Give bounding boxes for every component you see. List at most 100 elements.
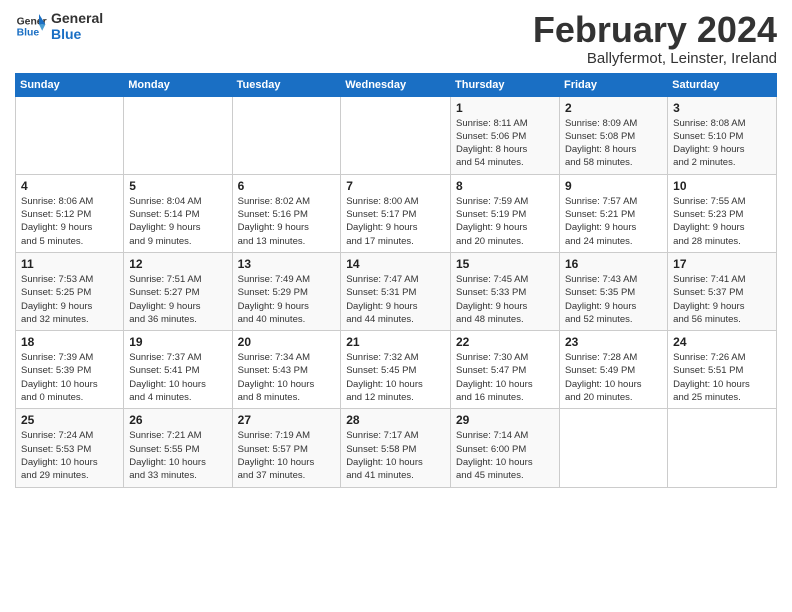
day-number: 6	[238, 179, 336, 193]
header-friday: Friday	[559, 73, 667, 96]
calendar-header-row: SundayMondayTuesdayWednesdayThursdayFrid…	[16, 73, 777, 96]
day-number: 17	[673, 257, 771, 271]
day-number: 15	[456, 257, 554, 271]
day-info: Sunrise: 8:09 AM Sunset: 5:08 PM Dayligh…	[565, 117, 662, 170]
day-number: 11	[21, 257, 118, 271]
day-info: Sunrise: 7:30 AM Sunset: 5:47 PM Dayligh…	[456, 351, 554, 404]
header-tuesday: Tuesday	[232, 73, 341, 96]
day-info: Sunrise: 7:53 AM Sunset: 5:25 PM Dayligh…	[21, 273, 118, 326]
day-number: 4	[21, 179, 118, 193]
day-number: 16	[565, 257, 662, 271]
day-info: Sunrise: 7:47 AM Sunset: 5:31 PM Dayligh…	[346, 273, 445, 326]
day-number: 18	[21, 335, 118, 349]
calendar-cell: 18 Sunrise: 7:39 AM Sunset: 5:39 PM Dayli…	[16, 331, 124, 409]
day-info: Sunrise: 7:19 AM Sunset: 5:57 PM Dayligh…	[238, 429, 336, 482]
calendar-week-1: 1 Sunrise: 8:11 AM Sunset: 5:06 PM Daylig…	[16, 96, 777, 174]
calendar-cell	[668, 409, 777, 487]
day-number: 2	[565, 101, 662, 115]
calendar-cell: 3Sunrise: 8:08 AM Sunset: 5:10 PM Daylig…	[668, 96, 777, 174]
day-info: Sunrise: 7:37 AM Sunset: 5:41 PM Dayligh…	[129, 351, 226, 404]
page-header: General Blue General Blue February 2024 …	[15, 10, 777, 67]
calendar-cell: 12 Sunrise: 7:51 AM Sunset: 5:27 PM Dayli…	[124, 252, 232, 330]
calendar-cell: 17 Sunrise: 7:41 AM Sunset: 5:37 PM Dayli…	[668, 252, 777, 330]
calendar-week-4: 18 Sunrise: 7:39 AM Sunset: 5:39 PM Dayli…	[16, 331, 777, 409]
calendar-cell: 20Sunrise: 7:34 AM Sunset: 5:43 PM Dayli…	[232, 331, 341, 409]
calendar-cell: 25 Sunrise: 7:24 AM Sunset: 5:53 PM Dayli…	[16, 409, 124, 487]
calendar-cell	[559, 409, 667, 487]
calendar-cell: 27 Sunrise: 7:19 AM Sunset: 5:57 PM Dayli…	[232, 409, 341, 487]
day-number: 23	[565, 335, 662, 349]
day-number: 13	[238, 257, 336, 271]
calendar-cell: 7Sunrise: 8:00 AM Sunset: 5:17 PM Daylig…	[341, 174, 451, 252]
day-number: 19	[129, 335, 226, 349]
calendar-cell	[341, 96, 451, 174]
day-number: 10	[673, 179, 771, 193]
day-number: 24	[673, 335, 771, 349]
day-info: Sunrise: 8:04 AM Sunset: 5:14 PM Dayligh…	[129, 195, 226, 248]
calendar-cell: 11 Sunrise: 7:53 AM Sunset: 5:25 PM Dayli…	[16, 252, 124, 330]
calendar-cell: 2 Sunrise: 8:09 AM Sunset: 5:08 PM Daylig…	[559, 96, 667, 174]
logo: General Blue General Blue	[15, 10, 103, 42]
day-info: Sunrise: 7:55 AM Sunset: 5:23 PM Dayligh…	[673, 195, 771, 248]
calendar-cell: 4 Sunrise: 8:06 AM Sunset: 5:12 PM Daylig…	[16, 174, 124, 252]
calendar-cell	[232, 96, 341, 174]
calendar-cell: 6Sunrise: 8:02 AM Sunset: 5:16 PM Daylig…	[232, 174, 341, 252]
calendar-cell: 8Sunrise: 7:59 AM Sunset: 5:19 PM Daylig…	[451, 174, 560, 252]
day-number: 12	[129, 257, 226, 271]
day-number: 27	[238, 413, 336, 427]
calendar-cell: 16 Sunrise: 7:43 AM Sunset: 5:35 PM Dayli…	[559, 252, 667, 330]
day-info: Sunrise: 7:24 AM Sunset: 5:53 PM Dayligh…	[21, 429, 118, 482]
day-number: 5	[129, 179, 226, 193]
day-number: 25	[21, 413, 118, 427]
day-info: Sunrise: 7:49 AM Sunset: 5:29 PM Dayligh…	[238, 273, 336, 326]
day-info: Sunrise: 7:45 AM Sunset: 5:33 PM Dayligh…	[456, 273, 554, 326]
day-info: Sunrise: 7:43 AM Sunset: 5:35 PM Dayligh…	[565, 273, 662, 326]
location-subtitle: Ballyfermot, Leinster, Ireland	[533, 50, 777, 67]
header-saturday: Saturday	[668, 73, 777, 96]
calendar-cell: 23 Sunrise: 7:28 AM Sunset: 5:49 PM Dayli…	[559, 331, 667, 409]
calendar-cell: 28 Sunrise: 7:17 AM Sunset: 5:58 PM Dayli…	[341, 409, 451, 487]
day-info: Sunrise: 8:00 AM Sunset: 5:17 PM Dayligh…	[346, 195, 445, 248]
title-block: February 2024 Ballyfermot, Leinster, Ire…	[533, 10, 777, 67]
day-info: Sunrise: 7:51 AM Sunset: 5:27 PM Dayligh…	[129, 273, 226, 326]
calendar-cell: 14 Sunrise: 7:47 AM Sunset: 5:31 PM Dayli…	[341, 252, 451, 330]
calendar-cell: 21Sunrise: 7:32 AM Sunset: 5:45 PM Dayli…	[341, 331, 451, 409]
calendar-cell: 9 Sunrise: 7:57 AM Sunset: 5:21 PM Daylig…	[559, 174, 667, 252]
day-info: Sunrise: 7:14 AM Sunset: 6:00 PM Dayligh…	[456, 429, 554, 482]
logo-line2: Blue	[51, 26, 103, 42]
calendar-cell: 22Sunrise: 7:30 AM Sunset: 5:47 PM Dayli…	[451, 331, 560, 409]
day-info: Sunrise: 7:39 AM Sunset: 5:39 PM Dayligh…	[21, 351, 118, 404]
day-info: Sunrise: 7:57 AM Sunset: 5:21 PM Dayligh…	[565, 195, 662, 248]
logo-line1: General	[51, 10, 103, 26]
calendar-cell: 13 Sunrise: 7:49 AM Sunset: 5:29 PM Dayli…	[232, 252, 341, 330]
day-info: Sunrise: 7:26 AM Sunset: 5:51 PM Dayligh…	[673, 351, 771, 404]
day-number: 8	[456, 179, 554, 193]
header-thursday: Thursday	[451, 73, 560, 96]
calendar-cell	[16, 96, 124, 174]
day-number: 28	[346, 413, 445, 427]
calendar-week-2: 4 Sunrise: 8:06 AM Sunset: 5:12 PM Daylig…	[16, 174, 777, 252]
day-number: 26	[129, 413, 226, 427]
header-monday: Monday	[124, 73, 232, 96]
calendar-cell: 29 Sunrise: 7:14 AM Sunset: 6:00 PM Dayli…	[451, 409, 560, 487]
calendar-cell: 26Sunrise: 7:21 AM Sunset: 5:55 PM Dayli…	[124, 409, 232, 487]
calendar-week-3: 11 Sunrise: 7:53 AM Sunset: 5:25 PM Dayli…	[16, 252, 777, 330]
calendar-week-5: 25 Sunrise: 7:24 AM Sunset: 5:53 PM Dayli…	[16, 409, 777, 487]
day-number: 20	[238, 335, 336, 349]
day-info: Sunrise: 8:06 AM Sunset: 5:12 PM Dayligh…	[21, 195, 118, 248]
day-info: Sunrise: 8:11 AM Sunset: 5:06 PM Dayligh…	[456, 117, 554, 170]
day-info: Sunrise: 7:17 AM Sunset: 5:58 PM Dayligh…	[346, 429, 445, 482]
day-info: Sunrise: 7:41 AM Sunset: 5:37 PM Dayligh…	[673, 273, 771, 326]
calendar-cell: 10 Sunrise: 7:55 AM Sunset: 5:23 PM Dayli…	[668, 174, 777, 252]
day-number: 9	[565, 179, 662, 193]
day-info: Sunrise: 7:28 AM Sunset: 5:49 PM Dayligh…	[565, 351, 662, 404]
day-number: 3	[673, 101, 771, 115]
month-title: February 2024	[533, 10, 777, 50]
svg-text:Blue: Blue	[17, 28, 40, 39]
day-number: 1	[456, 101, 554, 115]
day-number: 14	[346, 257, 445, 271]
calendar-table: SundayMondayTuesdayWednesdayThursdayFrid…	[15, 73, 777, 488]
calendar-cell: 15 Sunrise: 7:45 AM Sunset: 5:33 PM Dayli…	[451, 252, 560, 330]
header-wednesday: Wednesday	[341, 73, 451, 96]
day-number: 29	[456, 413, 554, 427]
